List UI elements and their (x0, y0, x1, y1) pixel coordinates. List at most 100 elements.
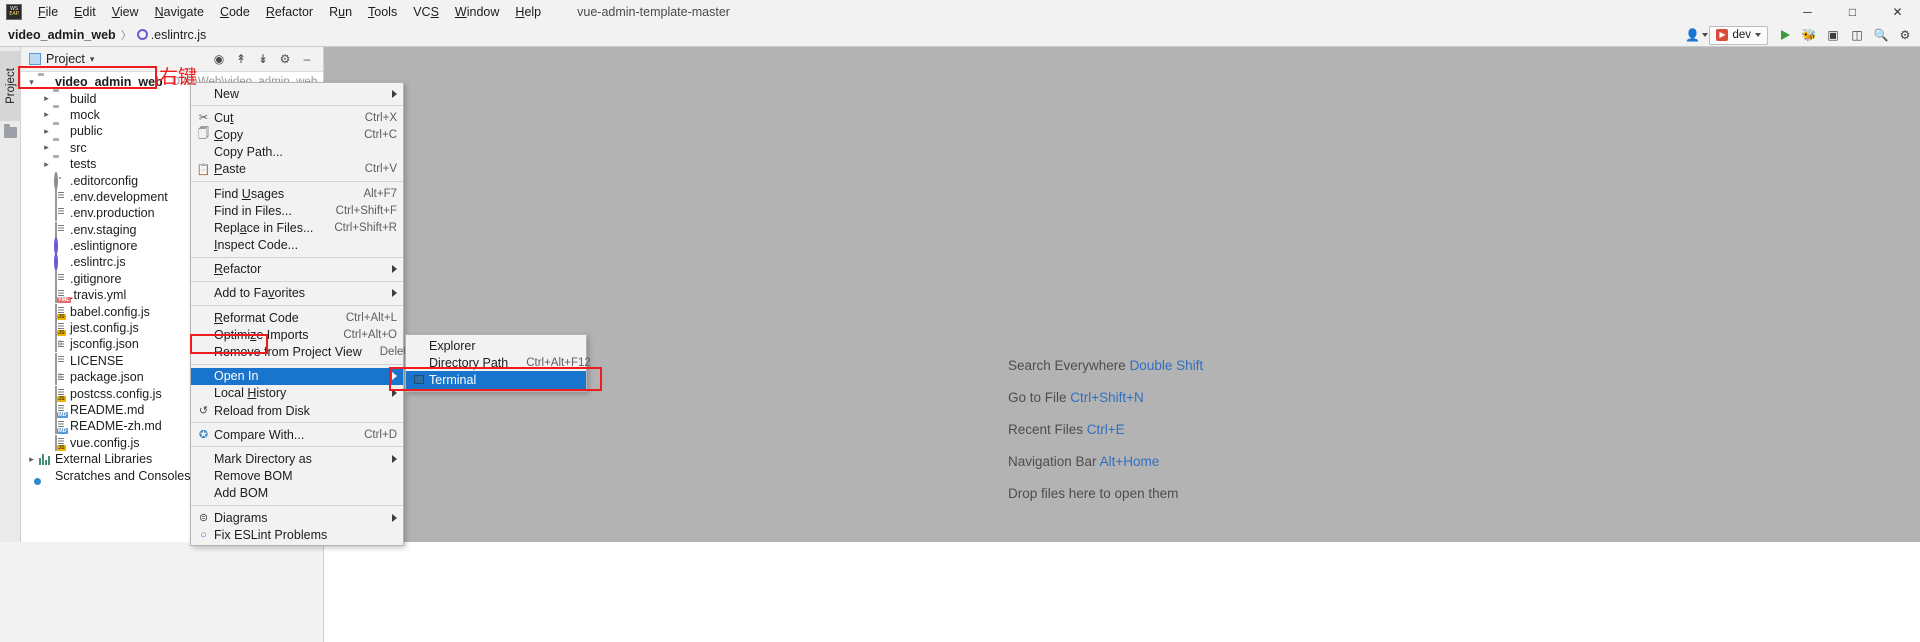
menu-item-copy-path[interactable]: Copy Path... (191, 144, 403, 161)
menu-window[interactable]: Window (447, 2, 507, 22)
menu-item-shortcut: Ctrl+Alt+O (343, 328, 397, 341)
menu-item-open-in[interactable]: Open In (191, 367, 403, 385)
chevron-right-icon[interactable]: ▸ (40, 142, 53, 153)
run-icon[interactable] (1774, 24, 1796, 46)
menu-navigate[interactable]: Navigate (147, 2, 212, 22)
menu-item-refactor[interactable]: Refactor (191, 261, 403, 278)
menu-item-find-usages[interactable]: Find Usages Alt+F7 (191, 185, 403, 202)
menu-file[interactable]: FFileile (30, 2, 66, 22)
maximize-button[interactable]: □ (1830, 0, 1875, 23)
menu-item-add-to-favorites[interactable]: Add to Favorites (191, 285, 403, 302)
locate-icon[interactable]: ◉ (210, 50, 228, 68)
paste-icon: 📋 (196, 163, 211, 176)
menu-item-label: Diagrams (214, 510, 268, 525)
tree-row-label: package.json (70, 370, 144, 385)
yaml-file-icon: YML (53, 287, 71, 304)
menu-item-inspect-code[interactable]: Inspect Code... (191, 237, 403, 254)
chevron-right-icon[interactable]: ▸ (25, 454, 38, 465)
user-icon[interactable]: 👤 (1685, 24, 1708, 46)
run-configuration-selector[interactable]: ▶ dev (1709, 25, 1768, 45)
menu-item-cut[interactable]: ✂ Cut Ctrl+X (191, 109, 403, 126)
settings-icon[interactable]: ⚙ (1894, 24, 1916, 46)
tree-row-label: vue.config.js (70, 435, 140, 450)
layout-icon[interactable]: ◫ (1846, 24, 1868, 46)
menu-item-reload-from-disk[interactable]: ↺ Reload from Disk (191, 402, 403, 419)
submenu-arrow-icon (392, 454, 397, 463)
structure-icon[interactable] (4, 124, 17, 138)
menu-item-label: Fix ESLint Problems (214, 527, 328, 542)
menu-code[interactable]: Code (212, 2, 258, 22)
menu-separator (191, 180, 403, 182)
menu-separator (191, 422, 403, 424)
menu-item-compare-with[interactable]: ✪ Compare With... Ctrl+D (191, 426, 403, 443)
chevron-right-icon[interactable]: ▸ (40, 126, 53, 137)
menu-item-local-history[interactable]: Local History (191, 385, 403, 402)
breadcrumb-file[interactable]: .eslintrc.js (151, 28, 207, 42)
menu-item-reformat-code[interactable]: Reformat Code Ctrl+Alt+L (191, 309, 403, 326)
chevron-right-icon[interactable]: ▸ (40, 109, 53, 120)
json-file-icon (53, 336, 67, 353)
menu-help[interactable]: Help (507, 2, 549, 22)
menu-item-shortcut: Ctrl+Shift+F (335, 204, 397, 217)
open-in-submenu[interactable]: Explorer Directory Path Ctrl+Alt+F12 Termin… (405, 334, 591, 392)
submenu-item-directory-path[interactable]: Directory Path Ctrl+Alt+F12 (406, 354, 591, 371)
submenu-item-terminal[interactable]: Terminal (406, 371, 586, 389)
context-menu[interactable]: New ✂ Cut Ctrl+X 🗍 Copy Ctrl+C Copy Path... 📋 Pas… (190, 82, 413, 547)
search-icon[interactable]: 🔍 (1870, 24, 1892, 46)
minimize-button[interactable]: ─ (1785, 0, 1830, 23)
menu-separator (191, 504, 403, 506)
bottom-left-panel (0, 542, 324, 642)
javascript-file-icon: JS (53, 385, 67, 402)
tree-row-label: postcss.config.js (70, 386, 162, 401)
settings-icon[interactable]: ⚙ (276, 50, 294, 68)
menu-bar: WS EAP FFileile Edit View Navigate Code … (0, 0, 1920, 23)
submenu-item-explorer[interactable]: Explorer (406, 337, 586, 354)
collapse-all-icon[interactable]: ↟ (232, 50, 250, 68)
close-button[interactable]: ✕ (1875, 0, 1920, 23)
debug-icon[interactable]: 🐝 (1798, 24, 1820, 46)
menu-edit[interactable]: Edit (66, 2, 104, 22)
menu-item-label: Copy (214, 127, 244, 142)
menu-item-remove-from-project-view[interactable]: Remove from Project View Delete (191, 343, 413, 360)
breadcrumb-project[interactable]: video_admin_web (8, 28, 116, 42)
menu-item-optimize-imports[interactable]: Optimize Imports Ctrl+Alt+O (191, 326, 403, 343)
chevron-down-icon[interactable]: ▾ (25, 77, 38, 88)
menu-item-mark-directory-as[interactable]: Mark Directory as (191, 450, 403, 467)
menu-item-paste[interactable]: 📋 Paste Ctrl+V (191, 161, 403, 178)
menu-item-fix-eslint-problems[interactable]: ○ Fix ESLint Problems (191, 526, 403, 543)
tool-window-tab-project[interactable]: Project (0, 51, 21, 121)
copy-icon: 🗍 (198, 128, 209, 141)
file-icon (53, 221, 67, 238)
menu-vcs[interactable]: VCS (405, 2, 447, 22)
javascript-file-icon: JS (53, 303, 67, 320)
json-file-icon (53, 369, 67, 386)
menu-run[interactable]: Run (321, 2, 360, 22)
menu-item-shortcut: Ctrl+C (364, 128, 397, 141)
menu-item-add-bom[interactable]: Add BOM (191, 485, 403, 502)
menu-item-replace-in-files[interactable]: Replace in Files... Ctrl+Shift+R (191, 219, 403, 236)
submenu-arrow-icon (392, 513, 397, 522)
chevron-down-icon: ▾ (89, 53, 95, 64)
menu-item-diagrams[interactable]: ⊜ Diagrams (191, 509, 403, 526)
project-title-dropdown[interactable]: Project ▾ (25, 52, 94, 66)
menu-separator (191, 105, 403, 107)
tree-row-label: public (70, 124, 103, 139)
tree-row-label: src (70, 140, 87, 155)
menu-item-remove-bom[interactable]: Remove BOM (191, 468, 403, 485)
menu-item-find-in-files[interactable]: Find in Files... Ctrl+Shift+F (191, 202, 403, 219)
menu-item-new[interactable]: New (191, 85, 403, 102)
eslint-icon: ○ (200, 528, 207, 541)
chevron-right-icon[interactable]: ▸ (40, 159, 53, 170)
tree-row-label: LICENSE (70, 353, 124, 368)
project-panel-actions: ◉ ↟ ↡ ⚙ – (210, 50, 319, 68)
expand-all-icon[interactable]: ↡ (254, 50, 272, 68)
tree-row-label: Scratches and Consoles (55, 468, 191, 483)
stop-icon[interactable]: ▣ (1822, 24, 1844, 46)
hide-icon[interactable]: – (298, 50, 316, 68)
menu-item-label: Find in Files... (214, 203, 292, 218)
menu-item-copy[interactable]: 🗍 Copy Ctrl+C (191, 126, 403, 143)
chevron-right-icon[interactable]: ▸ (40, 93, 53, 104)
menu-tools[interactable]: Tools (360, 2, 405, 22)
menu-view[interactable]: View (104, 2, 147, 22)
menu-refactor[interactable]: Refactor (258, 2, 321, 22)
